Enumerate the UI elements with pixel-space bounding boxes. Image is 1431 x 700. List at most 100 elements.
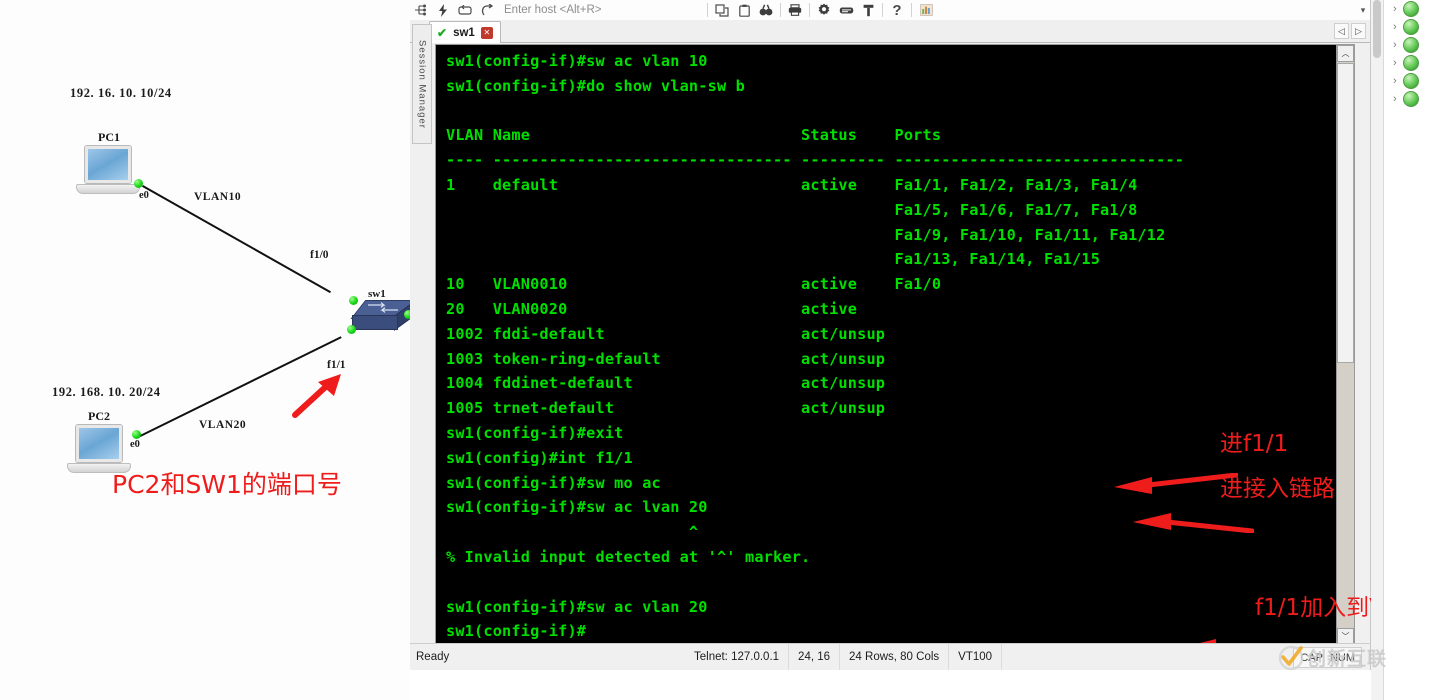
chevron-right-icon[interactable]: › xyxy=(1393,57,1397,69)
terminal-line-22: sw1(config-if)#sw ac vlan 20 xyxy=(446,597,708,616)
pc2-screen xyxy=(76,425,122,462)
pc2-interface-label: e0 xyxy=(130,439,140,450)
red-pointer-arrow-icon xyxy=(292,374,341,418)
terminal-line-3: VLAN Name Status Ports xyxy=(446,126,942,145)
terminal-line-15: sw1(config-if)#exit xyxy=(446,423,624,442)
tab-sw1[interactable]: ✔ sw1 ✕ xyxy=(429,21,501,43)
toolbar-separator xyxy=(882,3,883,17)
tree-item-1[interactable]: › xyxy=(1393,19,1419,35)
terminal-line-13: 1004 fddinet-default act/unsup xyxy=(446,374,886,393)
host-input[interactable]: Enter host <Alt+R> xyxy=(498,1,704,19)
chevron-right-icon[interactable]: › xyxy=(1393,39,1397,51)
tab-next-button[interactable]: ▷ xyxy=(1351,23,1366,39)
terminal-line-20: % Invalid input detected at '^' marker. xyxy=(446,547,811,566)
status-online-icon xyxy=(1402,91,1419,107)
help-icon[interactable]: ? xyxy=(886,0,908,20)
chart-icon[interactable] xyxy=(915,0,937,20)
status-telnet: Telnet: 127.0.0.1 xyxy=(685,644,790,670)
tree-item-2[interactable]: › xyxy=(1393,37,1419,53)
print-icon[interactable] xyxy=(784,0,806,20)
annotation-arrow-2-icon xyxy=(1133,513,1254,533)
disconnect-icon[interactable] xyxy=(476,0,498,20)
keymap-icon[interactable] xyxy=(835,0,857,20)
terminal-line-9: 10 VLAN0010 active Fa1/0 xyxy=(446,275,942,294)
pc2-port-dot xyxy=(132,430,141,439)
tree-item-3[interactable]: › xyxy=(1393,55,1419,71)
tab-navigation: ◁ ▷ xyxy=(1334,23,1366,39)
scrollbar-thumb[interactable] xyxy=(1337,63,1354,363)
chevron-right-icon[interactable]: › xyxy=(1393,3,1397,15)
terminal-line-5: 1 default active Fa1/1, Fa1/2, Fa1/3, Fa… xyxy=(446,175,1138,194)
switch-port-f1-0-dot xyxy=(349,296,358,305)
vlan10-link-label: VLAN10 xyxy=(194,191,242,203)
pc1-name-label: PC1 xyxy=(98,130,120,144)
status-online-icon xyxy=(1402,1,1419,17)
switch-sw1-icon[interactable] xyxy=(350,300,410,334)
copy-icon[interactable] xyxy=(711,0,733,20)
watermark: 创新互联 xyxy=(1278,644,1387,671)
switch-name-label: sw1 xyxy=(368,288,386,300)
paste-icon[interactable] xyxy=(733,0,755,20)
pc1-screen xyxy=(85,146,131,183)
chevron-right-icon[interactable]: › xyxy=(1393,75,1397,87)
terminal-line-16: sw1(config)#int f1/1 xyxy=(446,448,633,467)
tab-prev-button[interactable]: ◁ xyxy=(1334,23,1349,39)
terminal-line-21 xyxy=(446,570,1332,595)
toolbar-separator xyxy=(707,3,708,17)
status-bar: Ready Telnet: 127.0.0.1 24, 16 24 Rows, … xyxy=(410,643,1370,670)
filter-icon[interactable] xyxy=(857,0,879,20)
terminal-area[interactable]: sw1(config-if)#sw ac vlan 10 sw1(config-i… xyxy=(435,44,1355,646)
toolbar-separator xyxy=(911,3,912,17)
pc2-name-label: PC2 xyxy=(88,409,110,423)
switch-port-f1-0-label: f1/0 xyxy=(310,249,329,261)
status-online-icon xyxy=(1402,37,1419,53)
connect-icon[interactable] xyxy=(410,0,432,20)
status-emulation: VT100 xyxy=(949,644,1003,670)
tree-item-5[interactable]: › xyxy=(1393,91,1419,107)
session-manager-panel[interactable]: Session Manager xyxy=(412,24,432,144)
terminal-line-8: Fa1/13, Fa1/14, Fa1/15 xyxy=(446,250,1101,269)
find-icon[interactable] xyxy=(755,0,777,20)
terminal-line-6: Fa1/5, Fa1/6, Fa1/7, Fa1/8 xyxy=(446,200,1138,219)
chevron-right-icon[interactable]: › xyxy=(1393,21,1397,33)
status-online-icon xyxy=(1402,55,1419,71)
annotation-text-1: 进f1/1 xyxy=(1220,431,1289,457)
pc1-ip-label: 192. 16. 10. 10/24 xyxy=(70,86,172,100)
status-online-icon xyxy=(1402,19,1419,35)
toolbar-separator xyxy=(780,3,781,17)
close-icon[interactable]: ✕ xyxy=(480,26,493,39)
reconnect-icon[interactable] xyxy=(454,0,476,20)
vlan20-link-label: VLAN20 xyxy=(199,419,247,431)
settings-icon[interactable] xyxy=(813,0,835,20)
securecrt-window: Enter host <Alt+R> ? ▾ ✔ sw1 ✕ ◁ ▷ Sessi… xyxy=(410,0,1431,670)
annotation-text-2: 进接入链路 xyxy=(1220,476,1335,502)
terminal-line-11: 1002 fddi-default act/unsup xyxy=(446,324,886,343)
watermark-text: 创新互联 xyxy=(1307,648,1388,670)
pc1-base xyxy=(76,184,140,194)
switch-front-face xyxy=(352,315,398,330)
terminal-line-4: ---- -------------------------------- --… xyxy=(446,151,1185,170)
watermark-check-icon xyxy=(1278,645,1304,670)
scroll-up-icon[interactable]: ︿ xyxy=(1337,45,1354,62)
status-terminal-size: 24 Rows, 80 Cols xyxy=(840,644,950,670)
chevron-right-icon[interactable]: › xyxy=(1393,93,1397,105)
terminal-line-1: sw1(config-if)#do show vlan-sw b xyxy=(446,76,745,95)
terminal-output: sw1(config-if)#sw ac vlan 10 sw1(config-i… xyxy=(446,49,1332,644)
terminal-line-10: 20 VLAN0020 active xyxy=(446,299,858,318)
pc1-interface-label: e0 xyxy=(139,190,149,201)
chevron-down-icon[interactable]: ▾ xyxy=(1356,0,1370,20)
session-manager-label: Session Manager xyxy=(416,39,428,129)
terminal-scrollbar[interactable]: ︿ ﹀ xyxy=(1336,45,1354,645)
quick-connect-icon[interactable] xyxy=(432,0,454,20)
tree-item-4[interactable]: › xyxy=(1393,73,1419,89)
status-cursor-position: 24, 16 xyxy=(789,644,841,670)
toolbar: Enter host <Alt+R> ? ▾ xyxy=(410,0,1370,21)
tab-label: sw1 xyxy=(453,26,475,39)
annotation-arrow-1-icon xyxy=(1114,473,1238,494)
tree-item-0[interactable]: › xyxy=(1393,1,1419,17)
pc1-icon[interactable] xyxy=(76,146,140,194)
right-panel-scrollbar[interactable] xyxy=(1371,0,1384,700)
topology-annotation-text: PC2和SW1的端口号 xyxy=(112,470,342,499)
terminal-line-2 xyxy=(446,99,1332,124)
right-scrollbar-thumb[interactable] xyxy=(1373,0,1381,58)
